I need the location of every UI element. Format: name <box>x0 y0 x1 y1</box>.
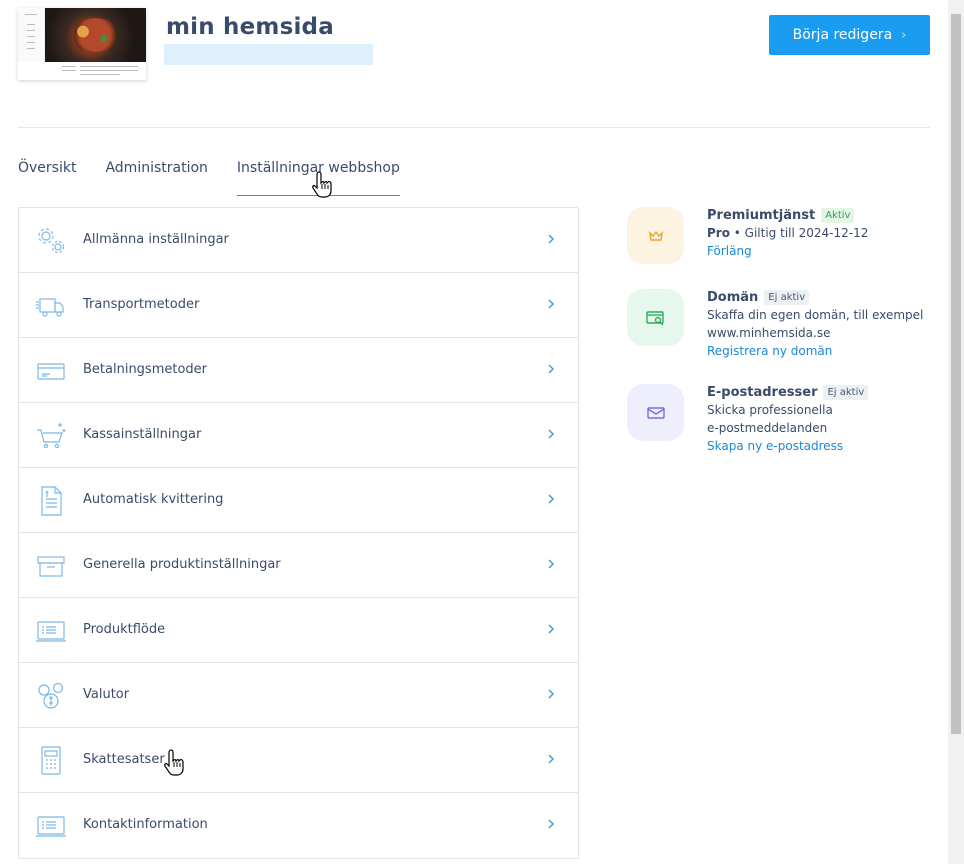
envelope-icon <box>646 406 665 419</box>
settings-row-label: Generella produktinställningar <box>83 557 281 572</box>
thumbnail-sidebar <box>18 8 45 62</box>
chevron-right-icon <box>548 624 554 634</box>
renew-link[interactable]: Förläng <box>707 244 932 258</box>
site-url-placeholder[interactable] <box>164 44 373 65</box>
domain-badge <box>627 289 684 346</box>
settings-row-currencies[interactable]: Valutor <box>19 663 578 728</box>
email-desc-line2: e-postmeddelanden <box>707 421 828 435</box>
service-domain: Domän Ej aktiv Skaffa din egen domän, ti… <box>627 289 930 382</box>
page-scrollbar[interactable] <box>948 0 964 864</box>
status-badge: Ej aktiv <box>764 290 810 305</box>
settings-row-payment[interactable]: Betalningsmetoder <box>19 338 578 403</box>
chevron-right-icon <box>548 559 554 569</box>
chevron-right-icon <box>548 689 554 699</box>
chevron-right-icon <box>548 819 554 829</box>
settings-row-label: Kontaktinformation <box>83 817 208 832</box>
premium-title: Premiumtjänst <box>707 208 816 223</box>
premium-badge <box>627 207 684 264</box>
services-panel: Premiumtjänst Aktiv Pro • Giltig till 20… <box>627 207 930 466</box>
domain-desc-line1: Skaffa din egen domän, till exempel <box>707 308 924 322</box>
chevron-right-icon <box>548 754 554 764</box>
chevron-right-icon: › <box>901 27 907 43</box>
create-email-link[interactable]: Skapa ny e-postadress <box>707 439 932 453</box>
thumbnail-footer <box>18 62 146 80</box>
chevron-right-icon <box>548 234 554 244</box>
domain-search-icon <box>645 310 664 325</box>
settings-row-label: Allmänna inställningar <box>83 232 229 247</box>
email-desc-line1: Skicka professionella <box>707 403 833 417</box>
gears-icon <box>38 228 65 254</box>
domain-desc-line2: www.minhemsida.se <box>707 326 831 340</box>
status-badge: Ej aktiv <box>823 385 869 400</box>
start-editing-button[interactable]: Börja redigera › <box>769 15 930 55</box>
service-email: E-postadresser Ej aktiv Skicka professio… <box>627 384 930 464</box>
start-editing-label: Börja redigera <box>792 27 893 43</box>
settings-row-general[interactable]: Allmänna inställningar <box>19 208 578 273</box>
settings-row-product-feed[interactable]: Produktflöde <box>19 598 578 663</box>
hand-cursor-icon <box>164 749 184 776</box>
feed-icon <box>36 621 66 642</box>
settings-row-receipt[interactable]: Automatisk kvittering <box>19 468 578 533</box>
settings-row-label: Produktflöde <box>83 622 166 637</box>
settings-row-label: Kassainställningar <box>83 427 202 442</box>
chevron-right-icon <box>548 494 554 504</box>
email-badge <box>627 384 684 441</box>
register-domain-link[interactable]: Registrera ny domän <box>707 344 932 358</box>
chevron-right-icon <box>548 429 554 439</box>
scrollbar-thumb[interactable] <box>951 14 961 734</box>
settings-list: Allmänna inställningar Transportmetoder … <box>18 207 579 859</box>
premium-validity: • Giltig till 2024-12-12 <box>729 226 869 240</box>
receipt-icon <box>41 486 62 516</box>
site-header: min hemsida Börja redigera › <box>18 8 930 88</box>
hand-cursor-icon <box>312 171 332 198</box>
cart-icon <box>37 423 66 449</box>
credit-card-icon <box>37 363 65 380</box>
settings-row-contact[interactable]: Kontaktinformation <box>19 793 578 858</box>
thumbnail-pizza-image <box>45 8 146 62</box>
settings-row-label: Valutor <box>83 687 130 702</box>
site-thumbnail[interactable] <box>18 8 146 80</box>
tab-administration[interactable]: Administration <box>105 160 207 196</box>
box-icon <box>37 556 65 577</box>
settings-row-checkout[interactable]: Kassainställningar <box>19 403 578 468</box>
calculator-icon <box>41 746 61 775</box>
service-premium: Premiumtjänst Aktiv Pro • Giltig till 20… <box>627 207 930 287</box>
status-badge: Aktiv <box>821 208 855 223</box>
settings-row-label: Skattesatser <box>83 752 165 767</box>
settings-row-label: Betalningsmetoder <box>83 362 208 377</box>
currency-icon <box>38 682 64 709</box>
truck-icon <box>36 298 64 317</box>
settings-row-label: Automatisk kvittering <box>83 492 224 507</box>
tab-bar: Översikt Administration Inställningar we… <box>18 160 429 196</box>
crown-icon <box>648 230 663 241</box>
contact-icon <box>36 816 66 837</box>
settings-row-label: Transportmetoder <box>83 297 200 312</box>
header-divider <box>18 127 930 128</box>
chevron-right-icon <box>548 364 554 374</box>
site-title: min hemsida <box>166 14 334 40</box>
settings-row-tax-rates[interactable]: Skattesatser <box>19 728 578 793</box>
settings-row-shipping[interactable]: Transportmetoder <box>19 273 578 338</box>
tab-overview[interactable]: Översikt <box>18 160 76 196</box>
email-title: E-postadresser <box>707 385 818 400</box>
domain-title: Domän <box>707 290 759 305</box>
chevron-right-icon <box>548 299 554 309</box>
settings-row-product-general[interactable]: Generella produktinställningar <box>19 533 578 598</box>
premium-plan: Pro <box>707 226 730 240</box>
